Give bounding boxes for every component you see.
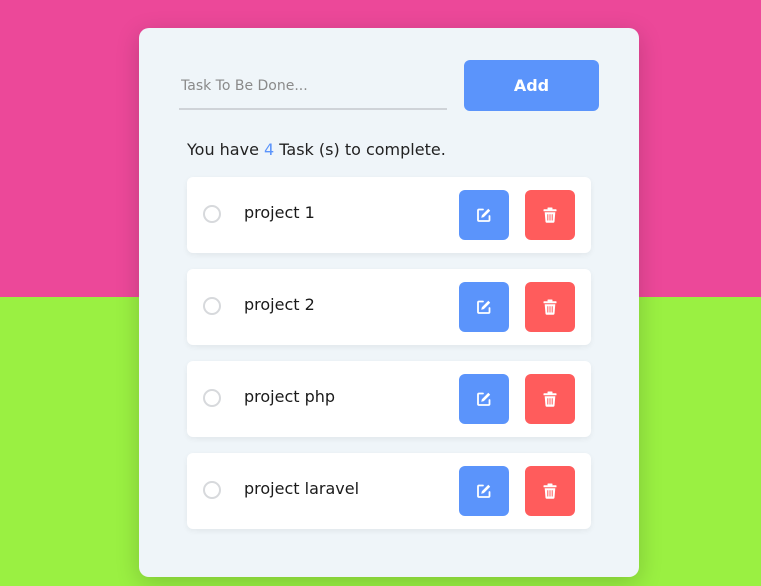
trash-icon	[543, 391, 557, 407]
edit-task-button[interactable]	[459, 374, 509, 424]
task-complete-checkbox[interactable]	[203, 297, 221, 315]
summary-suffix: Task (s) to complete.	[274, 140, 446, 159]
edit-icon	[477, 484, 491, 498]
task-list: project 1 project 2 project php project …	[187, 177, 591, 545]
delete-task-button[interactable]	[525, 374, 575, 424]
task-summary: You have 4 Task (s) to complete.	[187, 140, 446, 159]
task-label: project laravel	[244, 479, 360, 498]
edit-icon	[477, 392, 491, 406]
task-label: project 2	[244, 295, 315, 314]
edit-task-button[interactable]	[459, 466, 509, 516]
task-item: project 2	[187, 269, 591, 345]
task-complete-checkbox[interactable]	[203, 481, 221, 499]
trash-icon	[543, 207, 557, 223]
task-item: project 1	[187, 177, 591, 253]
summary-prefix: You have	[187, 140, 265, 159]
edit-task-button[interactable]	[459, 190, 509, 240]
todo-card: Add You have 4 Task (s) to complete. pro…	[139, 28, 639, 577]
task-count: 4	[264, 140, 275, 159]
edit-icon	[477, 208, 491, 222]
delete-task-button[interactable]	[525, 190, 575, 240]
trash-icon	[543, 483, 557, 499]
task-label: project 1	[244, 203, 315, 222]
edit-task-button[interactable]	[459, 282, 509, 332]
task-input[interactable]	[179, 64, 447, 110]
delete-task-button[interactable]	[525, 282, 575, 332]
task-complete-checkbox[interactable]	[203, 389, 221, 407]
add-task-button[interactable]: Add	[464, 60, 599, 111]
delete-task-button[interactable]	[525, 466, 575, 516]
task-item: project laravel	[187, 453, 591, 529]
task-item: project php	[187, 361, 591, 437]
trash-icon	[543, 299, 557, 315]
task-label: project php	[244, 387, 336, 406]
edit-icon	[477, 300, 491, 314]
task-complete-checkbox[interactable]	[203, 205, 221, 223]
